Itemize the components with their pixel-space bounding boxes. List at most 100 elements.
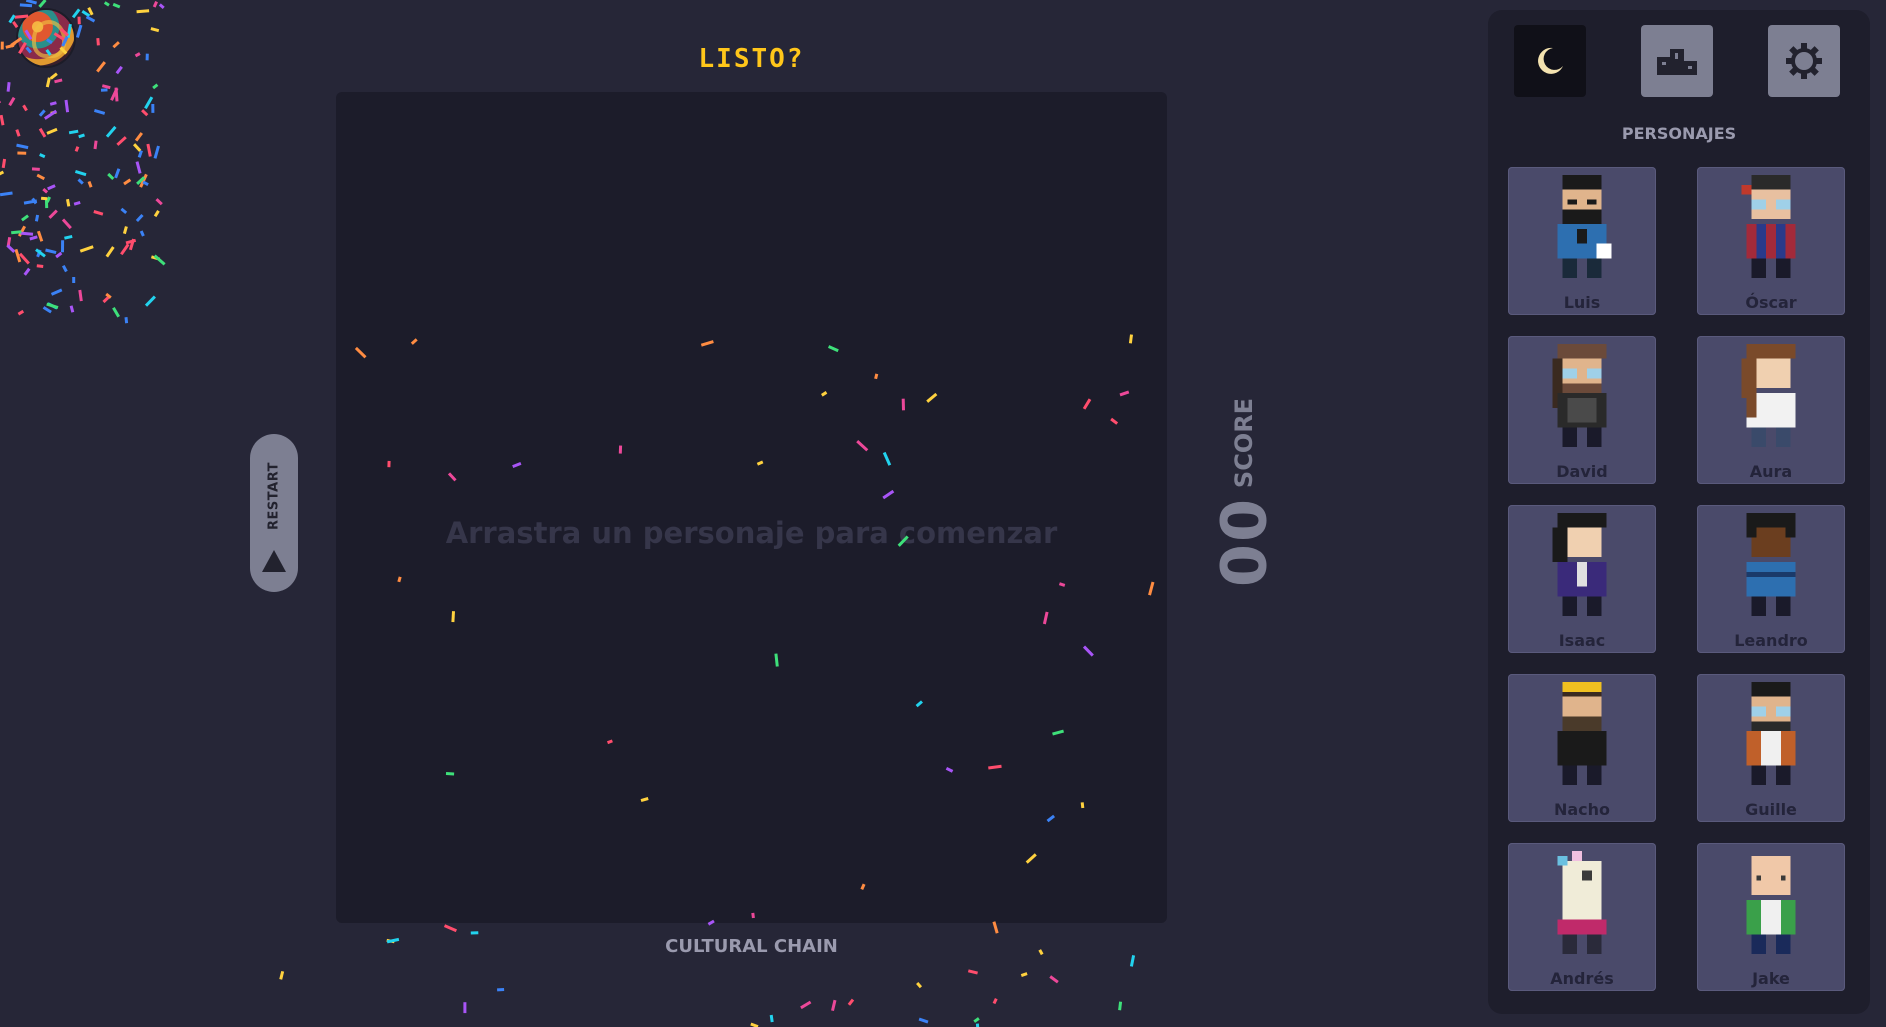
character-name: Jake — [1752, 969, 1790, 988]
character-david-avatar — [1552, 344, 1607, 448]
confetti-piece — [23, 199, 38, 205]
character-isaac-avatar — [1552, 513, 1607, 617]
character-card-leandro[interactable]: Leandro — [1697, 505, 1845, 653]
score-value: 00 — [1207, 496, 1281, 588]
confetti-piece — [443, 924, 457, 933]
confetti-piece — [45, 196, 51, 203]
confetti-piece — [0, 191, 13, 197]
confetti-piece — [136, 9, 150, 14]
confetti-piece — [34, 214, 40, 222]
confetti-piece — [158, 3, 165, 10]
character-oscar-avatar — [1741, 175, 1796, 279]
confetti-piece — [139, 173, 148, 188]
character-name: Óscar — [1745, 293, 1797, 312]
leaderboard-button[interactable] — [1641, 25, 1713, 97]
confetti-piece — [45, 77, 51, 88]
confetti-piece — [134, 52, 141, 58]
character-card-isaac[interactable]: Isaac — [1508, 505, 1656, 653]
confetti-piece — [967, 969, 978, 975]
confetti-piece — [40, 196, 48, 201]
confetti-piece — [61, 218, 72, 230]
confetti-piece — [114, 168, 121, 179]
podium-icon — [1657, 49, 1697, 75]
confetti-piece — [20, 231, 34, 236]
confetti-piece — [142, 180, 149, 187]
character-card-luis[interactable]: Luis — [1508, 167, 1656, 315]
confetti-piece — [800, 1000, 812, 1010]
confetti-piece — [78, 133, 85, 139]
character-name: Nacho — [1553, 800, 1611, 819]
confetti-piece — [152, 0, 158, 8]
confetti-piece — [17, 225, 27, 237]
confetti-piece — [43, 109, 58, 120]
character-leandro-avatar — [1746, 513, 1796, 617]
confetti-piece — [105, 246, 115, 258]
confetti-piece — [16, 143, 29, 150]
confetti-piece — [146, 143, 152, 157]
confetti-piece — [153, 254, 166, 266]
confetti-piece — [750, 1022, 759, 1027]
confetti-piece — [22, 104, 28, 112]
character-card-oscar[interactable]: Óscar — [1697, 167, 1845, 315]
confetti-piece — [107, 172, 115, 180]
restart-button[interactable]: RESTART — [250, 434, 298, 592]
character-card-nacho[interactable]: Nacho — [1508, 674, 1656, 822]
game-board[interactable]: Arrastra un personaje para comenzar — [336, 92, 1167, 923]
confetti-piece — [973, 1017, 980, 1023]
character-card-jake[interactable]: Jake — [1697, 843, 1845, 991]
dragon-icon — [32, 20, 66, 58]
theme-toggle-button[interactable] — [1514, 25, 1586, 97]
confetti-piece — [6, 244, 16, 253]
gear-icon — [1786, 43, 1822, 79]
confetti-piece — [8, 96, 16, 107]
confetti-piece — [1049, 975, 1059, 984]
confetti-piece — [49, 72, 58, 80]
confetti-piece — [64, 234, 73, 240]
restart-label: RESTART — [266, 462, 282, 530]
confetti-piece — [153, 210, 160, 218]
confetti-piece — [54, 78, 63, 84]
character-name: David — [1556, 462, 1608, 481]
settings-button[interactable] — [1768, 25, 1840, 97]
confetti-piece — [122, 226, 128, 235]
confetti-piece — [36, 264, 44, 268]
confetti-piece — [1, 158, 7, 169]
confetti-piece — [71, 8, 81, 19]
confetti-piece — [46, 302, 59, 310]
confetti-piece — [96, 61, 106, 73]
confetti-piece — [77, 178, 84, 185]
confetti-piece — [123, 178, 132, 186]
character-card-andres[interactable]: Andrés — [1508, 843, 1656, 991]
confetti-piece — [69, 305, 75, 313]
confetti-piece — [120, 207, 128, 215]
confetti-piece — [38, 109, 46, 117]
side-panel: PERSONAJES Luis Óscar David Aura Isaac L… — [1488, 10, 1870, 1014]
confetti-piece — [21, 214, 29, 222]
confetti-piece — [101, 84, 111, 90]
character-card-guille[interactable]: Guille — [1697, 674, 1845, 822]
confetti-piece — [279, 970, 285, 980]
character-card-aura[interactable]: Aura — [1697, 336, 1845, 484]
confetti-piece — [14, 248, 22, 263]
character-card-david[interactable]: David — [1508, 336, 1656, 484]
confetti-piece — [85, 15, 96, 23]
confetti-piece — [42, 306, 52, 314]
confetti-piece — [0, 114, 5, 126]
confetti-piece — [50, 288, 63, 296]
confetti-piece — [132, 143, 142, 152]
confetti-piece — [36, 249, 42, 258]
confetti-piece — [36, 230, 44, 242]
character-name: Leandro — [1734, 631, 1808, 650]
confetti-piece — [155, 198, 163, 206]
confetti-piece — [18, 252, 30, 265]
confetti-piece — [96, 37, 100, 46]
confetti-piece — [93, 108, 106, 115]
confetti-piece — [25, 0, 37, 5]
confetti-piece — [135, 213, 144, 223]
confetti-piece — [19, 3, 33, 8]
confetti-piece — [992, 998, 998, 1005]
confetti-piece — [74, 146, 80, 152]
game-logo[interactable] — [18, 10, 74, 66]
confetti-piece — [137, 150, 143, 158]
confetti-piece — [128, 238, 136, 251]
